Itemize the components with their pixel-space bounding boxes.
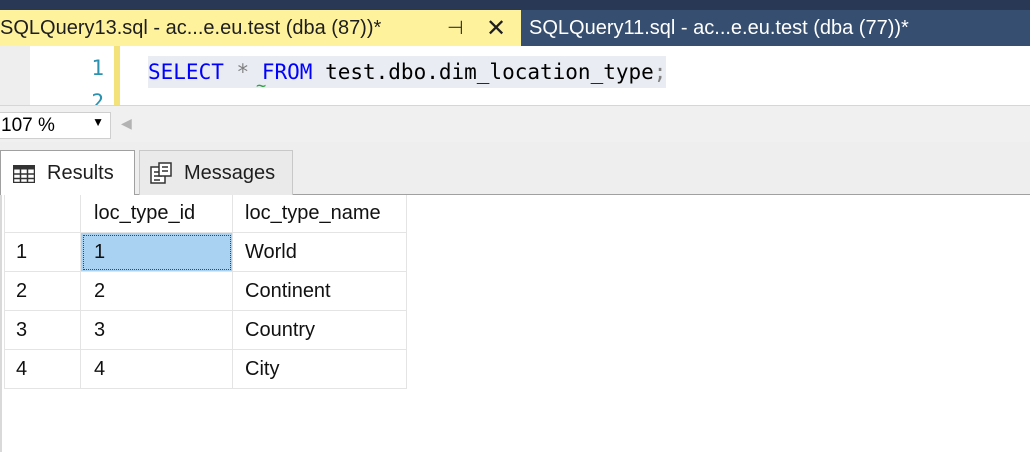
grid-cell[interactable]: 1 xyxy=(80,232,233,272)
tab-sqlquery11[interactable]: SQLQuery11.sql - ac...e.eu.test (dba (77… xyxy=(521,10,1030,46)
zoom-value: 107 % xyxy=(1,114,55,136)
row-number-header[interactable] xyxy=(4,195,81,233)
pin-icon[interactable]: ⊣ xyxy=(447,10,464,46)
close-icon[interactable]: ✕ xyxy=(486,10,506,46)
scroll-left-icon[interactable]: ◀ xyxy=(121,115,132,132)
line-number: 1 xyxy=(91,56,104,80)
line-number: 2 xyxy=(91,90,104,105)
column-header-loc-type-id[interactable]: loc_type_id xyxy=(80,195,233,233)
chevron-down-icon[interactable]: ▼ xyxy=(92,115,104,129)
tab-label: Messages xyxy=(184,161,276,184)
row-number-cell[interactable]: 1 xyxy=(4,232,81,272)
messages-icon xyxy=(150,162,172,184)
grid-header-row: loc_type_id loc_type_name xyxy=(4,195,407,233)
table-row: 3 3 Country xyxy=(4,310,407,350)
grid-cell[interactable]: City xyxy=(232,349,407,389)
grid-icon xyxy=(13,164,35,183)
tab-messages[interactable]: Messages xyxy=(139,150,293,195)
tab-title: SQLQuery11.sql - ac...e.eu.test (dba (77… xyxy=(529,16,909,39)
grid-cell[interactable]: 3 xyxy=(80,310,233,350)
table-row: 2 2 Continent xyxy=(4,271,407,311)
sql-operator: * xyxy=(236,60,250,84)
tab-sqlquery13[interactable]: SQLQuery13.sql - ac...e.eu.test (dba (87… xyxy=(0,10,521,46)
grid-cell[interactable]: Country xyxy=(232,310,407,350)
table-row: 1 1 World xyxy=(4,232,407,272)
column-header-loc-type-name[interactable]: loc_type_name xyxy=(232,195,407,233)
warning-squiggle: ~ xyxy=(256,76,267,96)
tab-label: Results xyxy=(47,162,114,184)
grid-cell[interactable]: 4 xyxy=(80,349,233,389)
table-row: 4 4 City xyxy=(4,349,407,389)
sql-keyword: FROM xyxy=(261,60,313,84)
tab-results[interactable]: Results xyxy=(0,150,135,196)
zoom-dropdown[interactable]: 107 % ▼ xyxy=(0,112,111,139)
sql-terminator: ; xyxy=(653,60,667,84)
row-number-cell[interactable]: 2 xyxy=(4,271,81,311)
line-number-gutter: 1 2 xyxy=(30,46,114,105)
result-tabs: Results Messages xyxy=(0,142,1030,196)
zoom-strip: 107 % ▼ ◀ xyxy=(0,105,1030,143)
code-line[interactable]: SELECT * FROM test.dbo.dim_location_type… xyxy=(148,56,667,88)
sql-keyword: SELECT xyxy=(148,60,224,84)
row-number-cell[interactable]: 4 xyxy=(4,349,81,389)
document-tab-bar: SQLQuery13.sql - ac...e.eu.test (dba (87… xyxy=(0,0,1030,46)
query-editor[interactable]: 1 2 SELECT * FROM test.dbo.dim_location_… xyxy=(0,46,1030,105)
sql-object-name: test.dbo.dim_location_type xyxy=(325,60,654,84)
results-grid-pane: loc_type_id loc_type_name 1 1 World 2 2 … xyxy=(0,195,1030,452)
results-grid: loc_type_id loc_type_name 1 1 World 2 2 … xyxy=(4,195,407,389)
row-number-cell[interactable]: 3 xyxy=(4,310,81,350)
grid-cell[interactable]: World xyxy=(232,232,407,272)
grid-cell[interactable]: 2 xyxy=(80,271,233,311)
change-tracking-bar xyxy=(114,46,120,105)
tab-title: SQLQuery13.sql - ac...e.eu.test (dba (87… xyxy=(0,16,382,39)
grid-cell[interactable]: Continent xyxy=(232,271,407,311)
editor-margin xyxy=(0,46,30,105)
